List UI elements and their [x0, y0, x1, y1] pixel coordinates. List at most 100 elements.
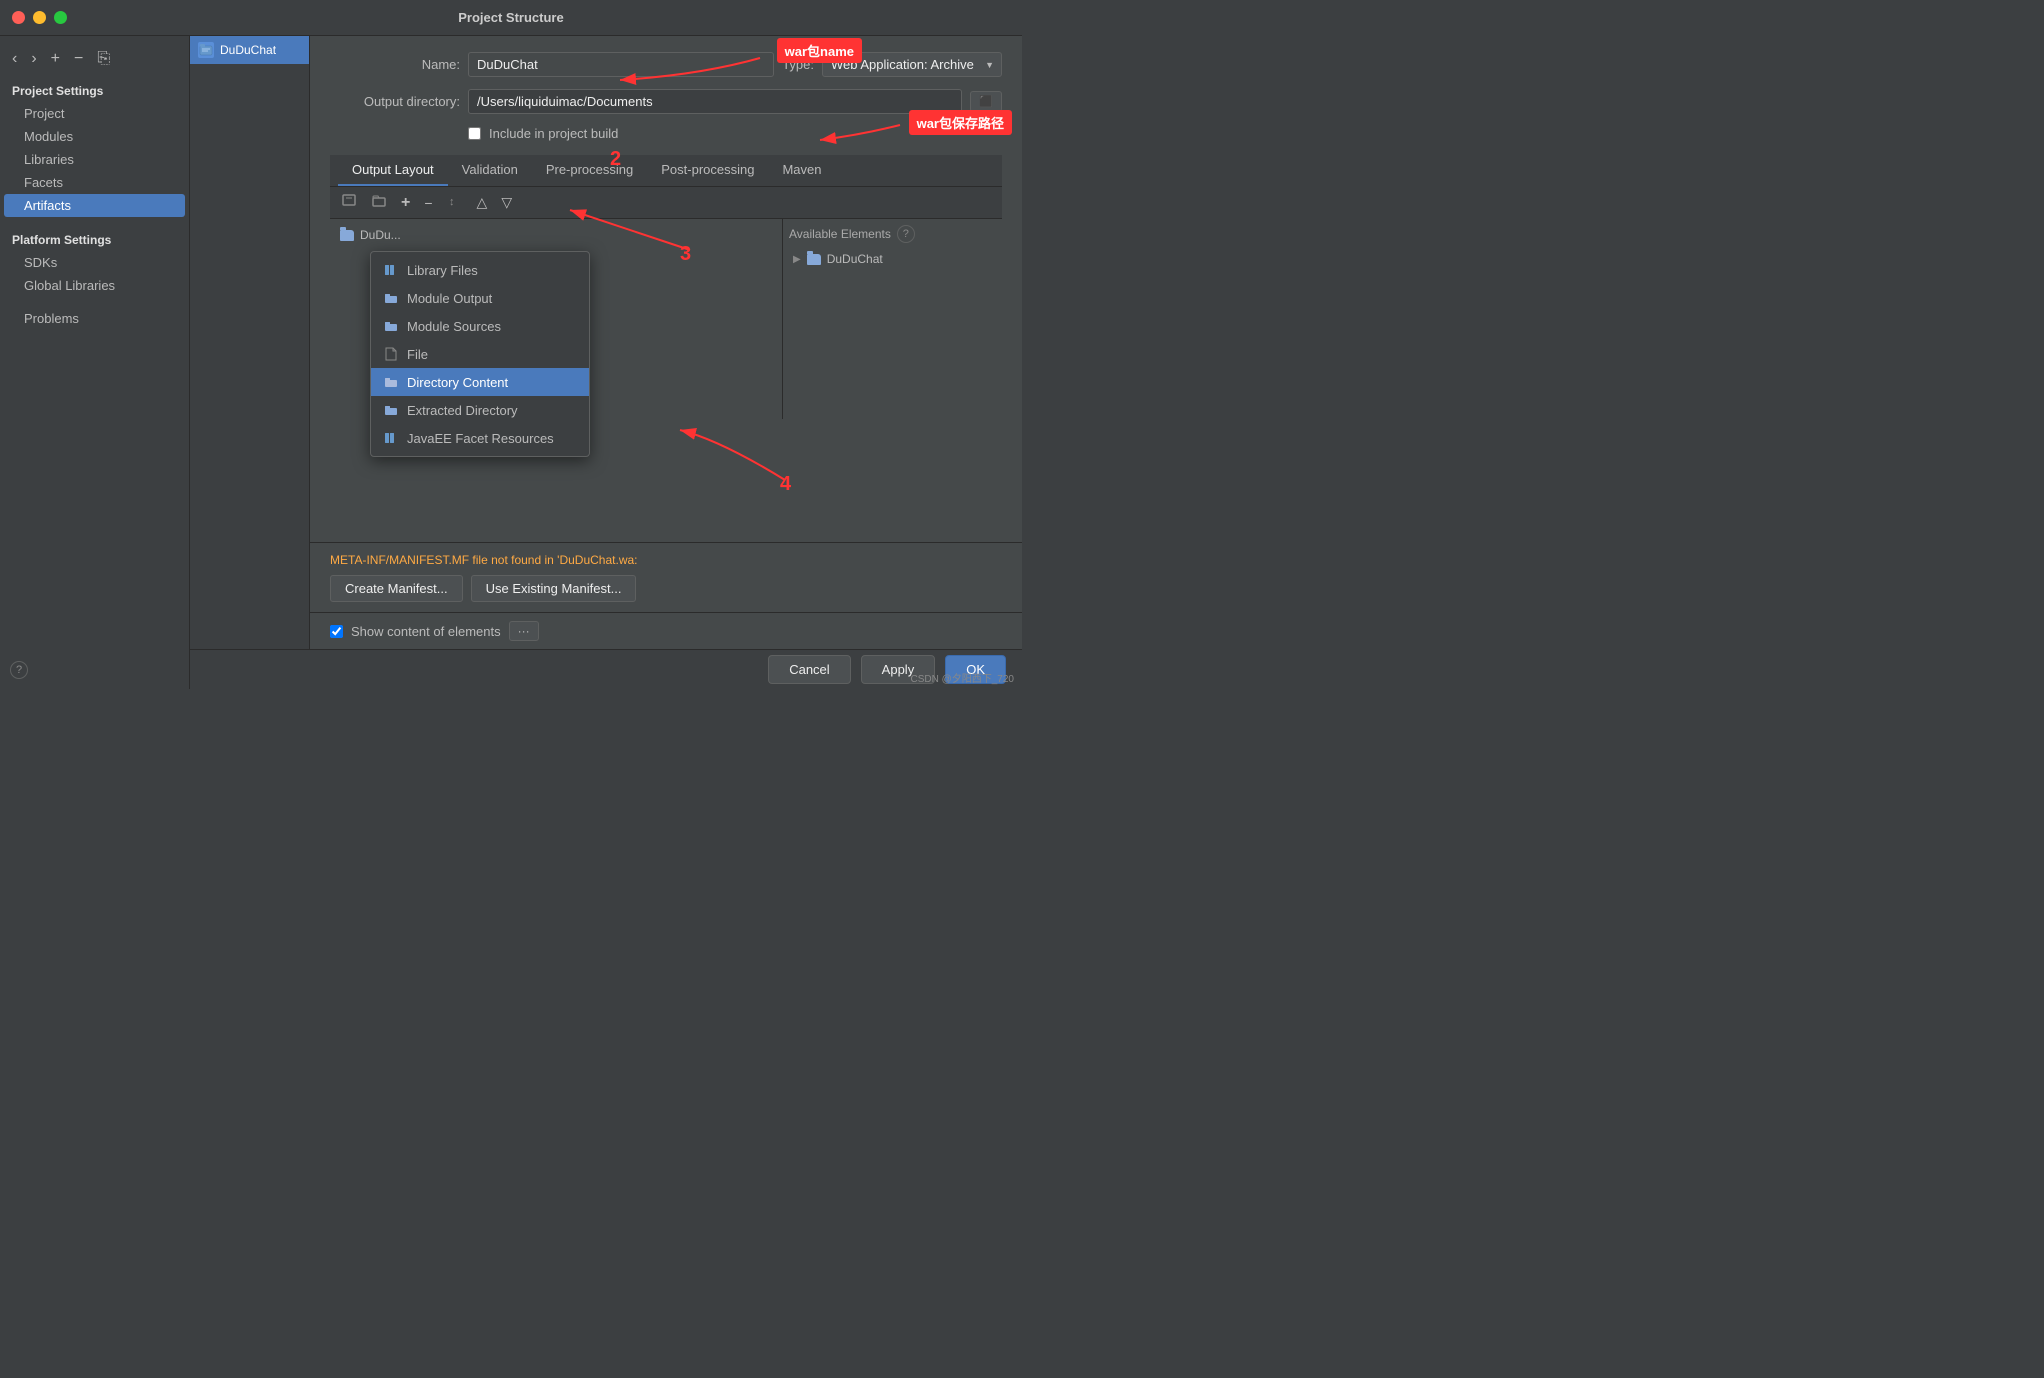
library-files-icon	[383, 262, 399, 278]
tree-arrow: ▶	[793, 254, 801, 265]
layout-toolbar: + − ↕ △ ▽	[330, 187, 1002, 219]
nav-copy-button[interactable]: ⎘	[93, 48, 114, 70]
platform-settings-header: Platform Settings	[0, 227, 189, 251]
dropdown-module-output-label: Module Output	[407, 291, 492, 306]
name-row: Name: Type: Web Application: Archive	[330, 52, 1002, 77]
artifact-list: DuDuChat	[190, 36, 310, 649]
include-in-build-checkbox[interactable]	[468, 127, 481, 140]
sidebar-item-modules[interactable]: Modules	[0, 125, 189, 148]
tree-item-label: DuDu...	[360, 228, 401, 242]
file-icon	[383, 346, 399, 362]
tab-pre-processing[interactable]: Pre-processing	[532, 155, 647, 186]
type-select-wrapper: Web Application: Archive	[822, 52, 1002, 77]
output-dir-input[interactable]	[468, 89, 962, 114]
directory-content-icon	[383, 374, 399, 390]
dropdown-item-javaee-facet[interactable]: JavaEE Facet Resources	[371, 424, 589, 452]
global-help-button[interactable]: ?	[10, 661, 28, 679]
name-input[interactable]	[468, 52, 774, 77]
dropdown-javaee-label: JavaEE Facet Resources	[407, 431, 554, 446]
javaee-facet-icon	[383, 430, 399, 446]
traffic-lights	[12, 11, 67, 24]
dropdown-item-file[interactable]: File	[371, 340, 589, 368]
title-bar: Project Structure	[0, 0, 1022, 36]
toolbar-root-btn[interactable]	[336, 191, 362, 214]
tree-item-dudechat[interactable]: DuDu...	[336, 225, 776, 245]
include-in-build-row: Include in project build	[330, 126, 1002, 141]
available-elements-help[interactable]: ?	[897, 225, 915, 243]
nav-add-button[interactable]: +	[47, 48, 64, 70]
artifact-entry-dudechat[interactable]: DuDuChat	[190, 36, 309, 64]
toolbar-remove-btn[interactable]: −	[419, 193, 437, 213]
dropdown-item-module-sources[interactable]: Module Sources	[371, 312, 589, 340]
extracted-directory-icon	[383, 402, 399, 418]
available-tree-label: DuDuChat	[827, 252, 883, 266]
dropdown-item-extracted-directory[interactable]: Extracted Directory	[371, 396, 589, 424]
svg-text:↕: ↕	[449, 196, 455, 208]
sidebar-item-libraries[interactable]: Libraries	[0, 148, 189, 171]
close-button[interactable]	[12, 11, 25, 24]
name-label: Name:	[330, 57, 460, 72]
tab-output-layout[interactable]: Output Layout	[338, 155, 448, 186]
dropdown-module-sources-label: Module Sources	[407, 319, 501, 334]
toolbar-sort-btn[interactable]: ↕	[442, 191, 468, 214]
bottom-section: META-INF/MANIFEST.MF file not found in '…	[310, 542, 1022, 612]
sidebar: ‹ › + − ⎘ Project Settings Project Modul…	[0, 36, 190, 689]
toolbar-down-btn[interactable]: ▽	[496, 192, 517, 213]
sidebar-item-global-libraries[interactable]: Global Libraries	[0, 274, 189, 297]
dropdown-item-module-output[interactable]: Module Output	[371, 284, 589, 312]
minimize-button[interactable]	[33, 11, 46, 24]
tab-post-processing[interactable]: Post-processing	[647, 155, 768, 186]
sidebar-nav: ‹ › + − ⎘	[0, 44, 189, 78]
sidebar-item-project[interactable]: Project	[0, 102, 189, 125]
type-label: Type:	[782, 57, 814, 72]
manifest-buttons: Create Manifest... Use Existing Manifest…	[330, 575, 1002, 602]
tab-validation[interactable]: Validation	[448, 155, 532, 186]
toolbar-up-btn[interactable]: △	[472, 192, 493, 213]
sidebar-item-artifacts[interactable]: Artifacts	[4, 194, 185, 217]
project-settings-header: Project Settings	[0, 78, 189, 102]
artifact-icon	[198, 42, 214, 58]
show-content-checkbox[interactable]	[330, 625, 343, 638]
use-existing-manifest-button[interactable]: Use Existing Manifest...	[471, 575, 637, 602]
folder-icon	[340, 230, 354, 241]
browse-button[interactable]: ⬛	[970, 91, 1002, 112]
content-area: Name: Type: Web Application: Archive	[310, 36, 1022, 649]
tab-maven[interactable]: Maven	[768, 155, 835, 186]
dropdown-library-files-label: Library Files	[407, 263, 478, 278]
dropdown-menu: Library Files Module O	[370, 251, 590, 457]
bottom-bar: Cancel Apply OK	[190, 649, 1022, 689]
include-in-build-label: Include in project build	[489, 126, 618, 141]
available-tree-item[interactable]: ▶ DuDuChat	[789, 249, 996, 269]
artifact-name: DuDuChat	[220, 43, 276, 57]
available-folder-icon	[807, 254, 821, 265]
nav-forward-button[interactable]: ›	[27, 48, 40, 70]
cancel-button[interactable]: Cancel	[768, 655, 850, 684]
apply-button[interactable]: Apply	[861, 655, 936, 684]
toolbar-add-btn[interactable]: +	[396, 192, 415, 214]
form-area: Name: Type: Web Application: Archive	[310, 36, 1022, 542]
output-dir-label: Output directory:	[330, 94, 460, 109]
sidebar-item-facets[interactable]: Facets	[0, 171, 189, 194]
maximize-button[interactable]	[54, 11, 67, 24]
dropdown-file-label: File	[407, 347, 428, 362]
ellipsis-button[interactable]: ···	[509, 621, 539, 641]
available-elements-header: Available Elements ?	[789, 225, 996, 243]
tabs-bar: Output Layout Validation Pre-processing …	[330, 155, 1002, 187]
create-manifest-button[interactable]: Create Manifest...	[330, 575, 463, 602]
sidebar-item-sdks[interactable]: SDKs	[0, 251, 189, 274]
split-area: DuDu... Available Elements ? ▶	[330, 219, 1002, 419]
show-content-label: Show content of elements	[351, 624, 501, 639]
dropdown-item-directory-content[interactable]: Directory Content	[371, 368, 589, 396]
window-title: Project Structure	[458, 10, 563, 25]
sidebar-item-problems[interactable]: Problems	[0, 307, 189, 330]
available-elements-label: Available Elements	[789, 227, 891, 241]
module-sources-icon	[383, 318, 399, 334]
toolbar-folders-btn[interactable]	[366, 191, 392, 214]
dropdown-directory-content-label: Directory Content	[407, 375, 508, 390]
dropdown-item-library-files[interactable]: Library Files	[371, 256, 589, 284]
help-button-bottom-left[interactable]: ?	[10, 661, 28, 679]
nav-back-button[interactable]: ‹	[8, 48, 21, 70]
type-select[interactable]: Web Application: Archive	[822, 52, 1002, 77]
ok-button[interactable]: OK	[945, 655, 1006, 684]
nav-remove-button[interactable]: −	[70, 48, 87, 70]
